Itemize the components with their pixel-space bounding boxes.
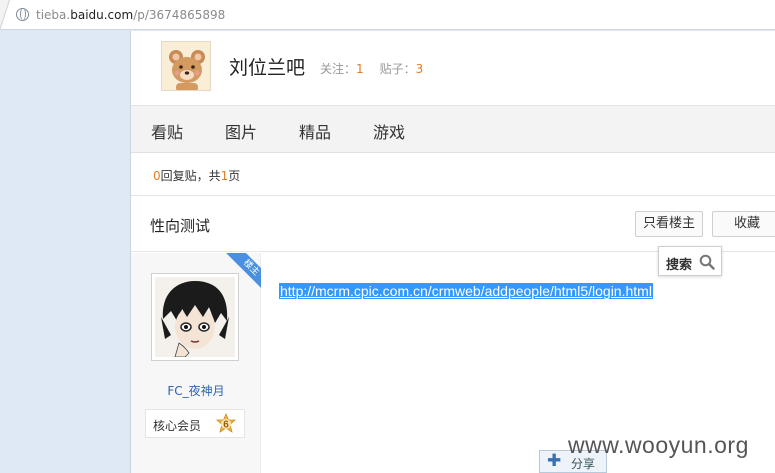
tab-images[interactable]: 图片 — [225, 119, 257, 143]
follow-count: 1 — [356, 62, 364, 76]
author-name[interactable]: FC_夜神月 — [131, 382, 261, 399]
follow-label: 关注： — [320, 62, 357, 76]
search-label: 搜索 — [666, 258, 693, 273]
op-corner-label: 楼主 — [224, 253, 261, 291]
forum-nav: 看贴 图片 精品 游戏 — [131, 106, 775, 153]
forum-bear-icon[interactable] — [161, 41, 211, 91]
globe-icon — [16, 8, 29, 21]
level-star-icon: 6 — [215, 412, 237, 435]
left-background-column — [0, 31, 131, 473]
tab-edge — [0, 0, 10, 30]
plus-icon: ✚ — [547, 451, 562, 471]
member-level: 6 — [223, 420, 229, 431]
tab-posts[interactable]: 看贴 — [151, 119, 183, 143]
search-icon — [699, 254, 715, 270]
tab-featured[interactable]: 精品 — [299, 119, 331, 143]
author-column: FC_夜神月 核心会员 6 楼主 — [131, 253, 261, 473]
posts-count: 3 — [415, 62, 424, 76]
address-url[interactable]: tieba.baidu.com/p/3674865898 — [36, 8, 225, 22]
reply-count-text: 0回复贴，共1页 — [153, 169, 241, 183]
forum-stats: 关注：1 贴子：3 — [320, 60, 423, 77]
forum-header: 刘位兰吧 关注：1 贴子：3 — [131, 31, 775, 106]
only-op-button[interactable]: 只看楼主 — [635, 211, 703, 237]
member-label: 核心会员 — [153, 419, 202, 433]
thread-title: 性向测试 — [150, 217, 211, 235]
thread-title-bar: 性向测试 只看楼主 收藏 — [131, 196, 775, 252]
address-bar[interactable]: tieba.baidu.com/p/3674865898 — [0, 0, 775, 30]
member-badge[interactable]: 核心会员 6 — [145, 409, 245, 438]
floating-search-button[interactable]: 搜索 — [658, 246, 722, 276]
posts-label: 贴子： — [379, 62, 416, 76]
forum-name[interactable]: 刘位兰吧 — [229, 53, 305, 80]
op-corner-ribbon: 楼主 — [223, 253, 261, 291]
reply-count-bar: 0回复贴，共1页 — [131, 153, 775, 196]
favorite-button[interactable]: 收藏 — [712, 211, 775, 237]
tab-games[interactable]: 游戏 — [373, 119, 405, 143]
post-content-link[interactable]: http://mcrm.cpic.com.cn/crmweb/addpeople… — [279, 283, 653, 299]
watermark: www.wooyun.org — [568, 432, 749, 458]
